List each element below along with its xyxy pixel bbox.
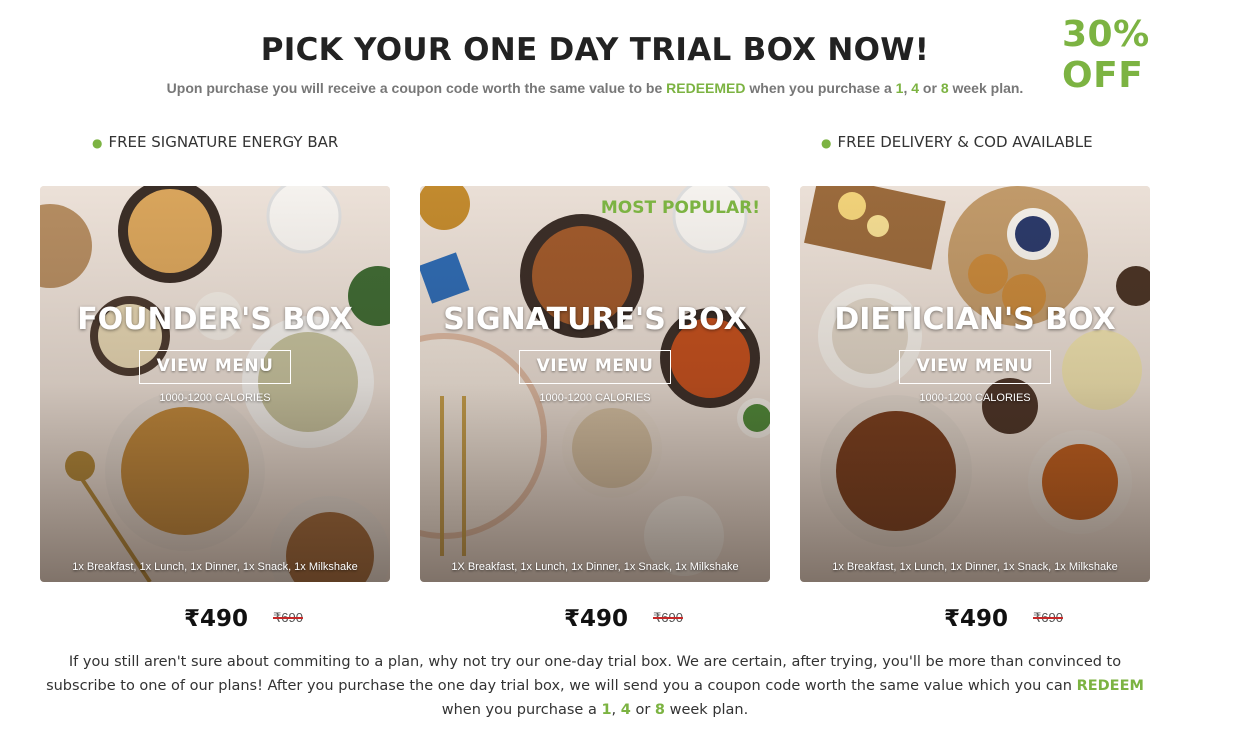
plan-1-highlight: 1 (601, 702, 612, 718)
footer-text-1: If you still aren't sure about commiting… (46, 654, 1122, 694)
subline-text-3: week plan. (948, 80, 1024, 96)
card-title: SIGNATURE'S BOX (443, 302, 747, 337)
page-title: PICK YOUR ONE DAY TRIAL BOX NOW! (260, 32, 930, 68)
perk-energy-bar: ● FREE SIGNATURE ENERGY BAR (92, 133, 338, 151)
founders-old-price: ₹690 (273, 610, 303, 625)
view-menu-button[interactable]: VIEW MENU (519, 350, 671, 384)
redeemed-highlight: REDEEMED (666, 80, 746, 96)
perk-label: FREE DELIVERY & COD AVAILABLE (837, 133, 1093, 151)
card-title: FOUNDER'S BOX (77, 302, 353, 337)
founders-price: ₹490 (184, 606, 249, 632)
most-popular-badge: MOST POPULAR! (600, 198, 760, 218)
footer-text-3: week plan. (665, 702, 749, 718)
meals-label: 1X Breakfast, 1x Lunch, 1x Dinner, 1x Sn… (451, 561, 739, 573)
calories-label: 1000-1200 CALORIES (539, 392, 651, 404)
card-overlay (800, 186, 1150, 582)
plan-4-highlight: 4 (911, 80, 920, 96)
dieticians-price: ₹490 (944, 606, 1009, 632)
plan-8-highlight: 8 (940, 80, 949, 96)
subline-or: or (919, 80, 941, 96)
signatures-box-card[interactable]: MOST POPULAR! SIGNATURE'S BOX VIEW MENU … (420, 186, 770, 582)
footer-text-2: when you purchase a (441, 702, 602, 718)
card-overlay (420, 186, 770, 582)
card-overlay (40, 186, 390, 582)
subline-text-2: when you purchase a (745, 80, 896, 96)
bullet-icon: ● (92, 136, 103, 150)
dieticians-box-card[interactable]: DIETICIAN'S BOX VIEW MENU 1000-1200 CALO… (800, 186, 1150, 582)
subline-text-1: Upon purchase you will receive a coupon … (166, 80, 667, 96)
view-menu-button[interactable]: VIEW MENU (139, 350, 291, 384)
meals-label: 1x Breakfast, 1x Lunch, 1x Dinner, 1x Sn… (832, 561, 1118, 573)
dieticians-old-price: ₹690 (1033, 610, 1063, 625)
signatures-old-price: ₹690 (653, 610, 683, 625)
founders-box-card[interactable]: FOUNDER'S BOX VIEW MENU 1000-1200 CALORI… (40, 186, 390, 582)
calories-label: 1000-1200 CALORIES (159, 392, 271, 404)
calories-label: 1000-1200 CALORIES (919, 392, 1031, 404)
perk-label: FREE SIGNATURE ENERGY BAR (108, 133, 339, 151)
coupon-subtitle: Upon purchase you will receive a coupon … (0, 80, 1190, 96)
plan-8-highlight: 8 (654, 702, 665, 718)
redeem-highlight: REDEEM (1076, 678, 1144, 694)
card-title: DIETICIAN'S BOX (834, 302, 1116, 337)
perk-delivery: ● FREE DELIVERY & COD AVAILABLE (821, 133, 1093, 151)
bullet-icon: ● (821, 136, 832, 150)
signatures-price: ₹490 (564, 606, 629, 632)
footer-or: or (630, 702, 655, 718)
plan-4-highlight: 4 (620, 702, 631, 718)
meals-label: 1x Breakfast, 1x Lunch, 1x Dinner, 1x Sn… (72, 561, 358, 573)
trial-description: If you still aren't sure about commiting… (40, 650, 1150, 722)
footer-sep: , (611, 702, 621, 718)
view-menu-button[interactable]: VIEW MENU (899, 350, 1051, 384)
